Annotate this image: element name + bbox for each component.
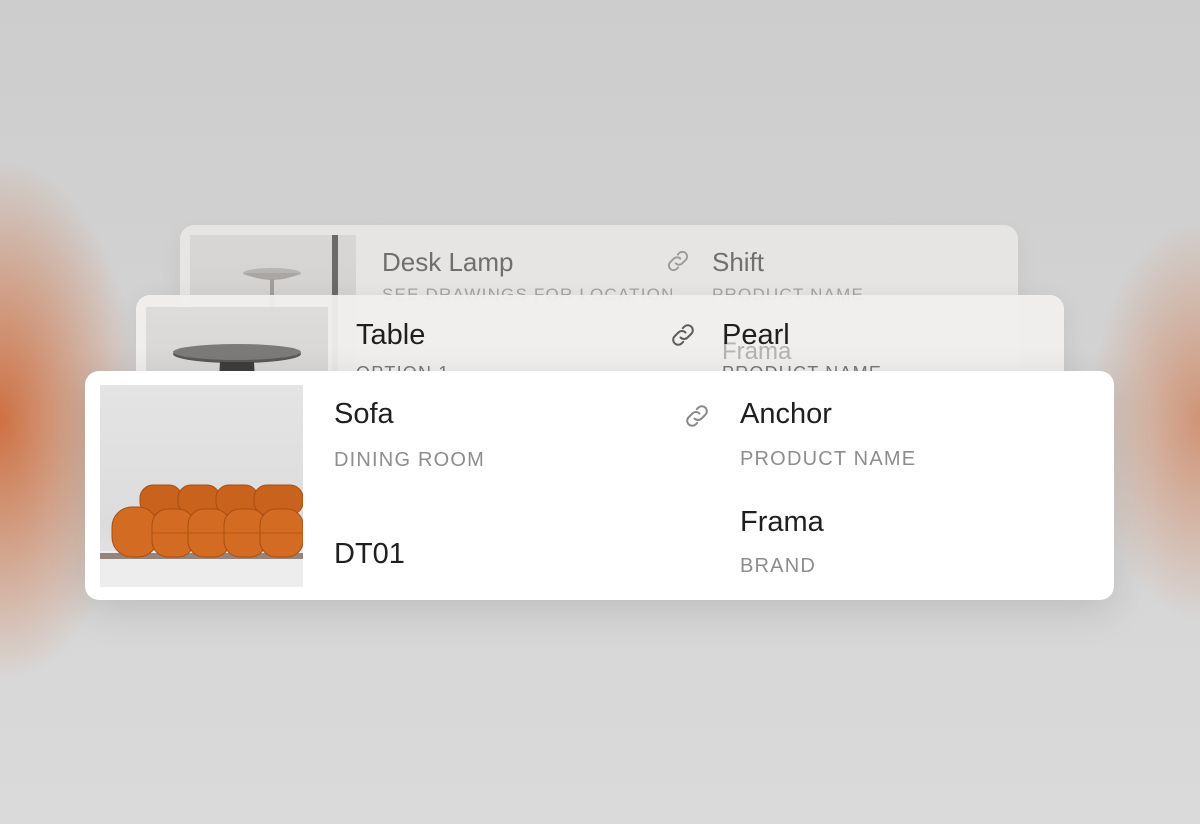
brand-value: Frama: [740, 506, 824, 538]
item-location: DINING ROOM: [334, 449, 485, 471]
product-name-value: Anchor: [740, 398, 832, 430]
item-name: Table: [356, 319, 426, 351]
product-name-value: Shift: [712, 247, 765, 277]
item-name: Desk Lamp: [382, 247, 514, 277]
product-name-label: PRODUCT NAME: [740, 448, 917, 470]
link-icon[interactable]: [682, 401, 712, 431]
item-name: Sofa: [334, 398, 394, 430]
link-icon[interactable]: [668, 320, 698, 350]
product-name-value: Pearl: [722, 319, 790, 351]
link-icon[interactable]: [664, 247, 692, 275]
brand-label: BRAND: [740, 555, 817, 577]
item-code: DT01: [334, 538, 405, 570]
item-card-sofa[interactable]: Sofa DINING ROOM DT01 Anchor PRODUCT NAM…: [85, 371, 1114, 600]
sofa-image: [100, 385, 303, 587]
